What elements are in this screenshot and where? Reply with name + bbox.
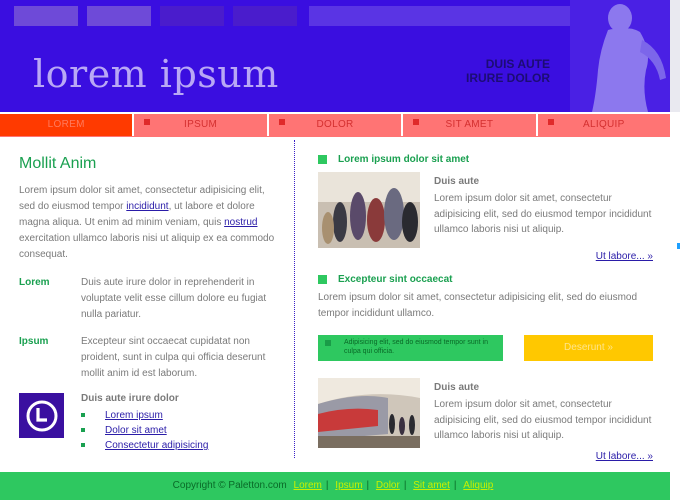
promo-note: Adipisicing elit, sed do eiusmod tempor … (318, 335, 503, 361)
article-card: Duis aute Lorem ipsum dolor sit amet, co… (318, 172, 653, 248)
intro-link-incididunt[interactable]: incididunt (126, 201, 168, 212)
footer-link-ipsum[interactable]: Ipsum (335, 480, 362, 491)
definition-desc: Duis aute irure dolor in reprehenderit i… (81, 277, 267, 320)
links-block-body: Duis aute irure dolor Lorem ipsum Dolor … (81, 393, 208, 453)
main-nav: LOREM IPSUM DOLOR SIT AMET ALIQUIP (0, 114, 671, 136)
definition-term: Lorem (19, 277, 50, 288)
top-nav-tab-1[interactable] (14, 6, 78, 26)
nav-bullet-icon (413, 119, 420, 125)
nav-label: DOLOR (316, 119, 354, 130)
read-more: Ut labore... » (318, 251, 653, 262)
footer-link-aliquip[interactable]: Aliquip (463, 480, 493, 491)
definition-term: Ipsum (19, 336, 49, 347)
section-title: Mollit Anim (19, 155, 97, 172)
definition-desc: Excepteur sint occaecat cupidatat non pr… (81, 336, 266, 379)
nav-item-sit-amet[interactable]: SIT AMET (403, 114, 538, 136)
link-dolor-sit-amet[interactable]: Dolor sit amet (105, 425, 167, 436)
nav-label: LOREM (47, 119, 85, 130)
section-heading-text: Lorem ipsum dolor sit amet (338, 153, 470, 165)
deserunt-button[interactable]: Deserunt » (524, 335, 653, 361)
list-item: Dolor sit amet (81, 423, 208, 438)
nav-item-aliquip[interactable]: ALIQUIP (537, 114, 671, 136)
top-nav-tab-3[interactable] (160, 6, 224, 26)
footer-link-lorem[interactable]: Lorem (294, 480, 322, 491)
crowd-photo-image[interactable] (318, 172, 420, 248)
copyright-text: Copyright © Paletton.com (172, 480, 287, 491)
header-tagline: DUIS AUTE IRURE DOLOR (466, 57, 550, 85)
read-more-link[interactable]: Ut labore... » (596, 451, 653, 462)
article-card: Duis aute Lorem ipsum dolor sit amet, co… (318, 378, 653, 448)
nav-label: IPSUM (184, 119, 218, 130)
nav-item-dolor[interactable]: DOLOR (268, 114, 404, 136)
section-paragraph: Lorem ipsum dolor sit amet, consectetur … (318, 292, 638, 319)
intro-text: exercitation ullamco laboris nisi ut ali… (19, 233, 275, 260)
footer-separator: | (453, 480, 457, 491)
bullet-icon (81, 443, 85, 447)
promo-note-text: Adipisicing elit, sed do eiusmod tempor … (344, 339, 488, 355)
footer-separator: | (366, 480, 370, 491)
site-logo[interactable]: lorem ipsum (33, 52, 279, 96)
nav-underline (0, 136, 670, 137)
tagline-line-1: DUIS AUTE (485, 57, 550, 71)
train-photo-image[interactable] (318, 378, 420, 448)
list-item: Consectetur adipisicing (81, 438, 208, 453)
definition-row: Ipsum Excepteur sint occaecat cupidatat … (19, 334, 279, 382)
dial-icon (19, 393, 64, 438)
list-item: Lorem ipsum (81, 408, 208, 423)
link-consectetur[interactable]: Consectetur adipisicing (105, 440, 208, 451)
bullet-icon (81, 428, 85, 432)
intro-paragraph: Lorem ipsum dolor sit amet, consectetur … (19, 185, 275, 260)
nav-bullet-icon (278, 119, 285, 125)
footer-link-sit-amet[interactable]: Sit amet (413, 480, 450, 491)
intro-link-nostrud[interactable]: nostrud (224, 217, 257, 228)
top-nav-tab-2[interactable] (87, 6, 151, 26)
nav-bullet-icon (547, 119, 554, 125)
article-body: Duis aute Lorem ipsum dolor sit amet, co… (434, 378, 653, 448)
green-square-icon (318, 274, 327, 284)
article-text: Lorem ipsum dolor sit amet, consectetur … (434, 399, 652, 441)
footer-separator: | (325, 480, 329, 491)
site-footer: Copyright © Paletton.com Lorem | Ipsum | D… (0, 472, 670, 500)
right-column: Lorem ipsum dolor sit amet Duis aute Lor… (318, 150, 653, 462)
definition-list: Lorem Duis aute irure dolor in reprehend… (19, 275, 279, 382)
column-divider (294, 140, 295, 458)
read-more-link[interactable]: Ut labore... » (596, 251, 653, 262)
top-nav-tab-4[interactable] (233, 6, 297, 26)
promo-row: Adipisicing elit, sed do eiusmod tempor … (318, 335, 653, 361)
links-block: Duis aute irure dolor Lorem ipsum Dolor … (19, 393, 279, 453)
nav-item-lorem[interactable]: LOREM (0, 114, 135, 136)
tagline-line-2: IRURE DOLOR (466, 71, 550, 85)
nav-label: SIT AMET (445, 119, 494, 130)
green-square-icon (318, 154, 327, 164)
article-text: Lorem ipsum dolor sit amet, consectetur … (434, 193, 652, 235)
woman-silhouette-image (570, 0, 670, 112)
site-header: lorem ipsum DUIS AUTE IRURE DOLOR (0, 0, 670, 112)
nav-item-ipsum[interactable]: IPSUM (134, 114, 269, 136)
header-edge-strip (670, 0, 680, 112)
section-heading-text: Excepteur sint occaecat (338, 273, 453, 285)
read-more: Ut labore... » (318, 451, 653, 462)
green-square-icon (325, 340, 331, 346)
footer-link-dolor[interactable]: Dolor (376, 480, 400, 491)
article-body: Duis aute Lorem ipsum dolor sit amet, co… (434, 172, 653, 248)
nav-bullet-icon (144, 119, 151, 125)
link-lorem-ipsum[interactable]: Lorem ipsum (105, 410, 163, 421)
links-block-title: Duis aute irure dolor (81, 393, 179, 404)
footer-separator: | (403, 480, 407, 491)
article-title: Duis aute (434, 176, 480, 187)
section-heading: Excepteur sint occaecat (318, 270, 653, 288)
nav-label: ALIQUIP (583, 119, 625, 130)
article-title: Duis aute (434, 382, 480, 393)
bullet-icon (81, 413, 85, 417)
section-heading: Lorem ipsum dolor sit amet (318, 150, 653, 168)
definition-row: Lorem Duis aute irure dolor in reprehend… (19, 275, 279, 323)
link-list: Lorem ipsum Dolor sit amet Consectetur a… (81, 408, 208, 453)
left-column: Mollit Anim Lorem ipsum dolor sit amet, … (19, 155, 279, 453)
